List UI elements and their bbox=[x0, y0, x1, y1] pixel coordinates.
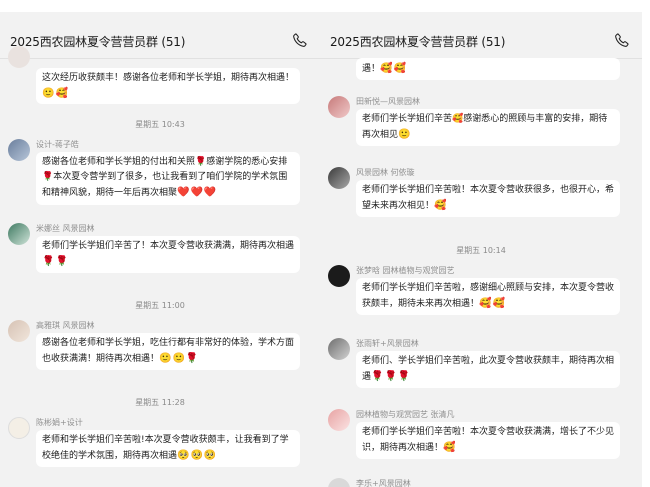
phone-icon[interactable] bbox=[614, 32, 632, 50]
emoji: 🙂 bbox=[398, 129, 412, 140]
avatar[interactable] bbox=[8, 223, 30, 245]
message-text: 老师们学长学姐们辛苦啦！本次夏令营收获很多，也很开心，希望未来再次相见！ bbox=[362, 185, 615, 211]
emoji: 🙂🙂🌹 bbox=[159, 353, 200, 364]
emoji: 🥰🥰 bbox=[380, 63, 407, 74]
group-title: 2025西农园林夏令营营员群 (51) bbox=[10, 34, 186, 49]
avatar[interactable] bbox=[328, 338, 350, 360]
message-bubble[interactable]: 遇！🥰🥰 bbox=[356, 58, 620, 80]
message-bubble[interactable]: 老师们、学长学姐们辛苦啦，此次夏令营收获颇丰，期待再次相遇🌹🌹🌹 bbox=[356, 351, 620, 388]
right-chat-window: 2025西农园林夏令营营员群 (51) 遇！🥰🥰 田新悦—风景园林 老师们学长学… bbox=[320, 12, 642, 487]
sender-name: 设计-蒋子皓 bbox=[36, 140, 79, 149]
message-bubble[interactable]: 老师和学长学姐们辛苦啦!本次夏令营收获颇丰，让我看到了学校绝佳的学术氛围，期待再… bbox=[36, 430, 300, 467]
sender-name: 高雅琪 风景园林 bbox=[36, 321, 95, 330]
avatar[interactable] bbox=[8, 139, 30, 161]
message-text: 遇！ bbox=[362, 64, 381, 74]
header-divider bbox=[0, 58, 320, 59]
message-text: 这次经历收获颇丰！感谢各位老师和学长学姐，期待再次相遇！ bbox=[42, 73, 295, 83]
avatar[interactable] bbox=[328, 265, 350, 287]
chat-header: 2025西农园林夏令营营员群 (51) bbox=[320, 26, 642, 56]
emoji: 🌹🌹 bbox=[42, 256, 69, 267]
sender-name: 李乐+风景园林 bbox=[356, 479, 411, 487]
phone-icon[interactable] bbox=[292, 32, 310, 50]
emoji: 🥺🥺🥺 bbox=[177, 450, 218, 461]
avatar[interactable] bbox=[328, 409, 350, 431]
sender-name: 张梦晗 园林植物与观赏园艺 bbox=[356, 266, 455, 275]
timestamp: 星期五 10:14 bbox=[456, 246, 506, 255]
message-text: 老师们学长学姐们辛苦了！本次夏令营收获满满，期待再次相遇 bbox=[42, 241, 295, 251]
sender-name: 风景园林 何依璇 bbox=[356, 168, 415, 177]
emoji: 🥰 bbox=[434, 200, 448, 211]
sender-name: 园林植物与观赏园艺 张清凡 bbox=[356, 410, 455, 419]
sender-name: 陈彬娟+设计 bbox=[36, 418, 83, 427]
left-chat-window: 2025西农园林夏令营营员群 (51) 这次经历收获颇丰！感谢各位老师和学长学姐… bbox=[0, 12, 320, 487]
message-text: 感谢各位老师和学长学姐的付出和关照🌹感谢学院的悉心安排🌹本次夏令营学到了很多，也… bbox=[42, 157, 288, 198]
avatar[interactable] bbox=[8, 320, 30, 342]
message-text: 老师和学长学姐们辛苦啦!本次夏令营收获颇丰，让我看到了学校绝佳的学术氛围，期待再… bbox=[42, 435, 289, 461]
avatar[interactable] bbox=[328, 96, 350, 118]
message-bubble[interactable]: 感谢各位老师和学长学姐的付出和关照🌹感谢学院的悉心安排🌹本次夏令营学到了很多，也… bbox=[36, 152, 300, 205]
avatar[interactable] bbox=[8, 417, 30, 439]
sender-name: 田新悦—风景园林 bbox=[356, 97, 420, 106]
message-bubble[interactable]: 老师们学长学姐们辛苦了！本次夏令营收获满满，期待再次相遇 🌹🌹 bbox=[36, 236, 300, 273]
emoji: ❤️❤️❤️ bbox=[177, 187, 218, 198]
message-bubble[interactable]: 老师们学长学姐们辛苦啦！本次夏令营收获很多，也很开心，希望未来再次相见！🥰 bbox=[356, 180, 620, 217]
avatar[interactable] bbox=[328, 478, 350, 487]
message-bubble[interactable]: 老师们学长学姐们辛苦🥰感谢悉心的照顾与丰富的安排，期待再次相见🙂 bbox=[356, 109, 620, 146]
avatar[interactable] bbox=[328, 167, 350, 189]
message-text: 老师们学长学姐们辛苦啦！本次夏令营收获满满，增长了不少见识，期待再次相遇！ bbox=[362, 427, 615, 453]
message-bubble[interactable]: 老师们学长学姐们辛苦啦！本次夏令营收获满满，增长了不少见识，期待再次相遇！🥰 bbox=[356, 422, 620, 459]
sender-name: 米娜丝 风景园林 bbox=[36, 224, 95, 233]
timestamp: 星期五 11:28 bbox=[135, 398, 185, 407]
avatar[interactable] bbox=[8, 46, 30, 68]
group-title: 2025西农园林夏令营营员群 (51) bbox=[330, 34, 506, 49]
message-bubble[interactable]: 感谢各位老师和学长学姐，吃住行都有非常好的体验，学术方面也收获满满！期待再次相遇… bbox=[36, 333, 300, 370]
emoji: 🥰🥰 bbox=[479, 298, 506, 309]
emoji: 🥰 bbox=[443, 442, 457, 453]
chat-header: 2025西农园林夏令营营员群 (51) bbox=[0, 26, 320, 56]
message-bubble[interactable]: 这次经历收获颇丰！感谢各位老师和学长学姐，期待再次相遇！ 🙂🥰 bbox=[36, 68, 300, 104]
emoji: 🌹🌹🌹 bbox=[371, 371, 412, 382]
timestamp: 星期五 10:43 bbox=[135, 120, 185, 129]
sender-name: 张雨轩+风景园林 bbox=[356, 339, 419, 348]
message-bubble[interactable]: 老师们学长学姐们辛苦啦，感谢细心照顾与安排，本次夏令营收获颇丰，期待未来再次相遇… bbox=[356, 278, 620, 315]
emoji: 🙂🥰 bbox=[42, 88, 69, 99]
timestamp: 星期五 11:00 bbox=[135, 301, 185, 310]
